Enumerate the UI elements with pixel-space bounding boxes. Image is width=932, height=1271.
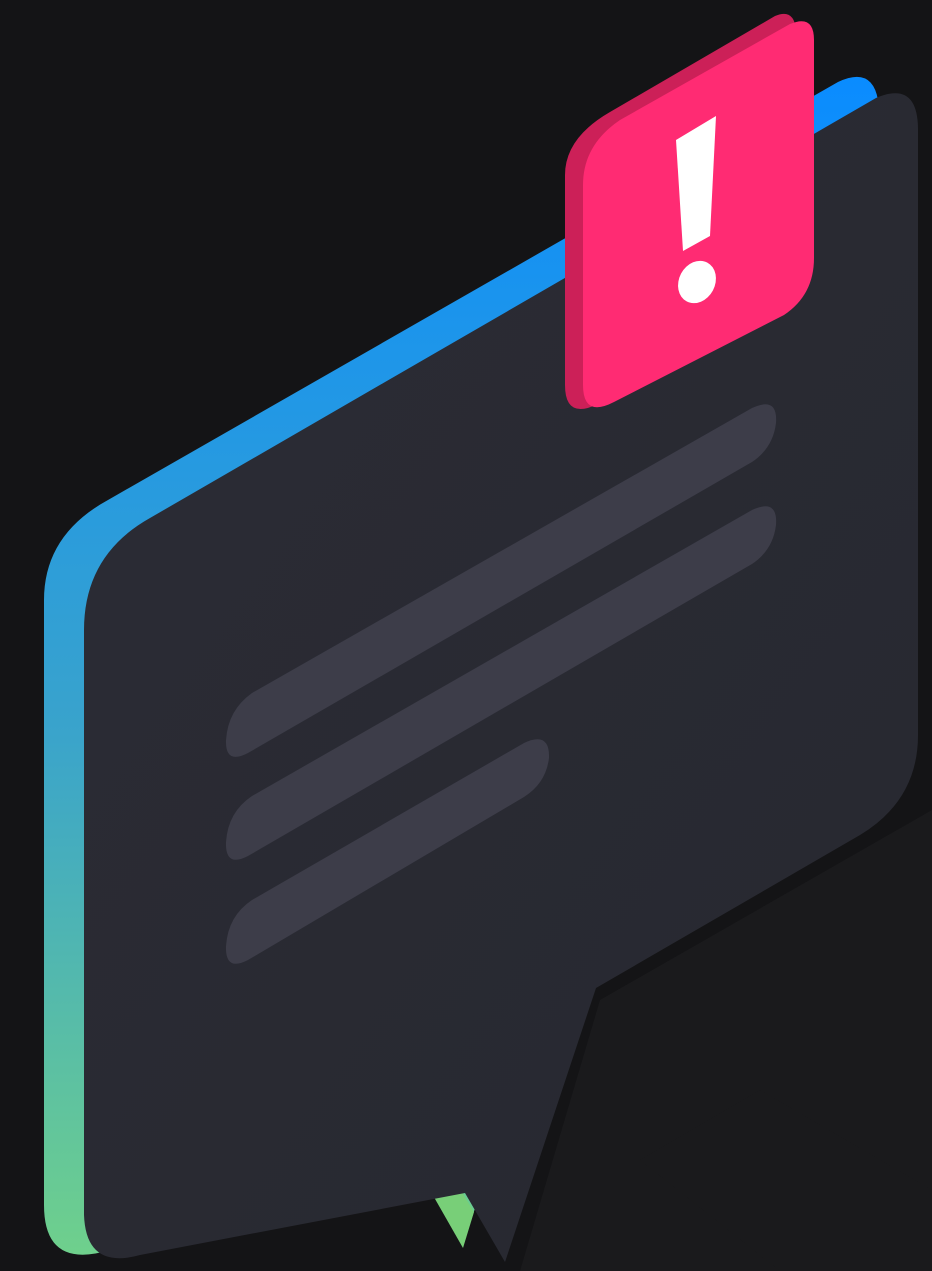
alert-chat-illustration — [0, 0, 932, 1271]
